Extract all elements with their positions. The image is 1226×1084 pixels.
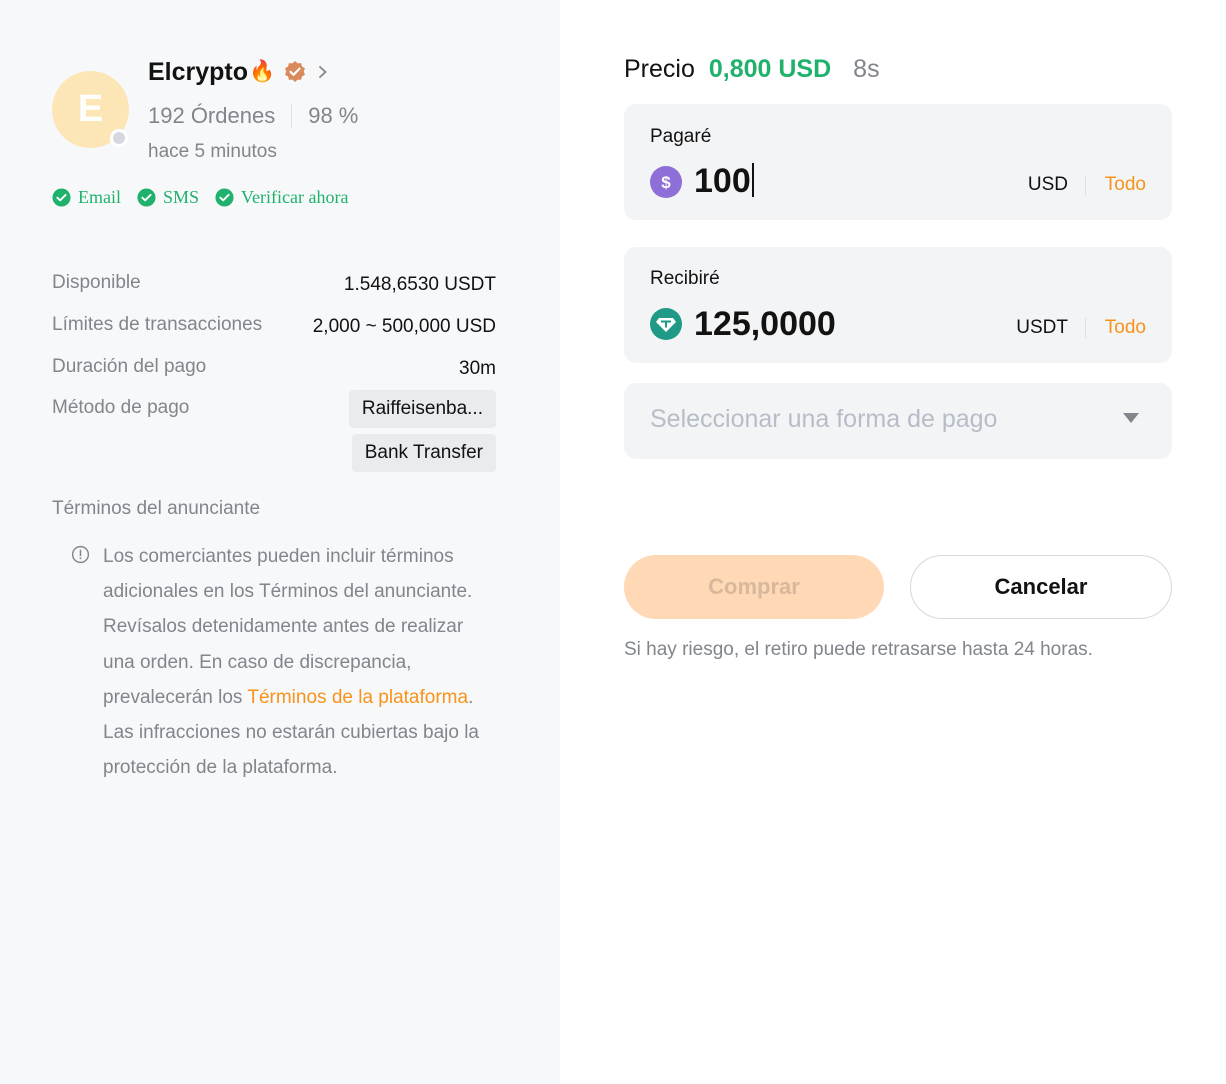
pay-amount-box[interactable]: Pagaré $ 100 USD Todo [624, 104, 1172, 220]
divider [291, 104, 293, 128]
merchant-badge-icon [285, 61, 306, 82]
check-circle-icon [137, 188, 156, 207]
cancel-button[interactable]: Cancelar [910, 555, 1172, 619]
check-circle-icon [52, 188, 71, 207]
payment-method-tag: Raiffeisenba... [348, 390, 496, 428]
verification-sms: SMS [137, 187, 199, 208]
status-dot [110, 129, 128, 147]
receive-amount-box[interactable]: Recibiré 125,0000 USDT Todo [624, 247, 1172, 363]
pay-amount-input[interactable]: 100 [694, 162, 754, 201]
price-label: Precio [624, 55, 695, 83]
pay-max-button[interactable]: Todo [1105, 174, 1146, 196]
verification-email: Email [52, 187, 121, 208]
caret-down-icon [1123, 413, 1139, 423]
available-value: 1.548,6530 USDT [343, 274, 496, 295]
svg-text:$: $ [661, 173, 671, 192]
avatar-letter: E [77, 88, 104, 130]
advertiser-name-row[interactable]: Elcrypto 🔥 [148, 56, 329, 88]
payment-method-placeholder: Seleccionar una forma de pago [650, 405, 998, 433]
terms-text: Los comerciantes pueden incluir términos… [103, 546, 473, 708]
last-seen: hace 5 minutos [148, 141, 277, 162]
check-circle-icon [215, 188, 234, 207]
orders-count: 192 Órdenes [148, 103, 276, 128]
duration-value: 30m [459, 358, 496, 379]
receive-amount-value[interactable]: 125,0000 [694, 305, 836, 344]
terms-notice: Los comerciantes pueden incluir términos… [103, 539, 493, 785]
advertiser-stats: 192 Órdenes 98 % [148, 103, 358, 129]
receive-label: Recibiré [650, 268, 720, 289]
divider [1085, 175, 1086, 195]
payment-method-tag: Bank Transfer [351, 434, 496, 472]
receive-currency: USDT [1016, 317, 1068, 338]
available-label: Disponible [52, 272, 141, 293]
verification-kyc: Verificar ahora [215, 187, 348, 208]
limits-label: Límites de transacciones [52, 314, 263, 335]
completion-rate: 98 % [308, 103, 359, 128]
duration-label: Duración del pago [52, 356, 207, 377]
terms-title: Términos del anunciante [52, 498, 261, 519]
limits-value: 2,000 ~ 500,000 USD [312, 316, 496, 337]
platform-terms-link[interactable]: Términos de la plataforma [247, 687, 468, 708]
price-value: 0,800 USD [708, 55, 832, 83]
verification-label: SMS [163, 187, 200, 207]
buy-button[interactable]: Comprar [624, 555, 884, 619]
verification-label: Email [78, 187, 121, 207]
verification-label: Verificar ahora [241, 187, 349, 207]
price-row: Precio 0,800 USD 8s [624, 55, 880, 84]
risk-note: Si hay riesgo, el retiro puede retrasars… [624, 639, 1093, 660]
info-icon [71, 545, 90, 564]
pay-amount-value[interactable]: 100 [694, 162, 751, 200]
verification-list: Email SMS Verificar ahora [52, 187, 364, 208]
advertiser-panel: E Elcrypto 🔥 192 Órdenes 98 % hace 5 min… [0, 0, 560, 1084]
pay-currency: USD [1027, 174, 1068, 195]
receive-max-button[interactable]: Todo [1105, 317, 1146, 339]
divider [1085, 318, 1086, 338]
usd-coin-icon: $ [650, 166, 682, 198]
price-refresh-timer: 8s [853, 55, 880, 83]
chevron-right-icon[interactable] [317, 65, 329, 79]
fire-icon: 🔥 [249, 60, 276, 83]
usdt-coin-icon [650, 308, 682, 340]
advertiser-name[interactable]: Elcrypto [148, 58, 248, 87]
payment-method-label: Método de pago [52, 397, 190, 418]
payment-method-select[interactable]: Seleccionar una forma de pago [624, 383, 1172, 459]
text-caret [751, 163, 754, 197]
pay-label: Pagaré [650, 126, 712, 147]
